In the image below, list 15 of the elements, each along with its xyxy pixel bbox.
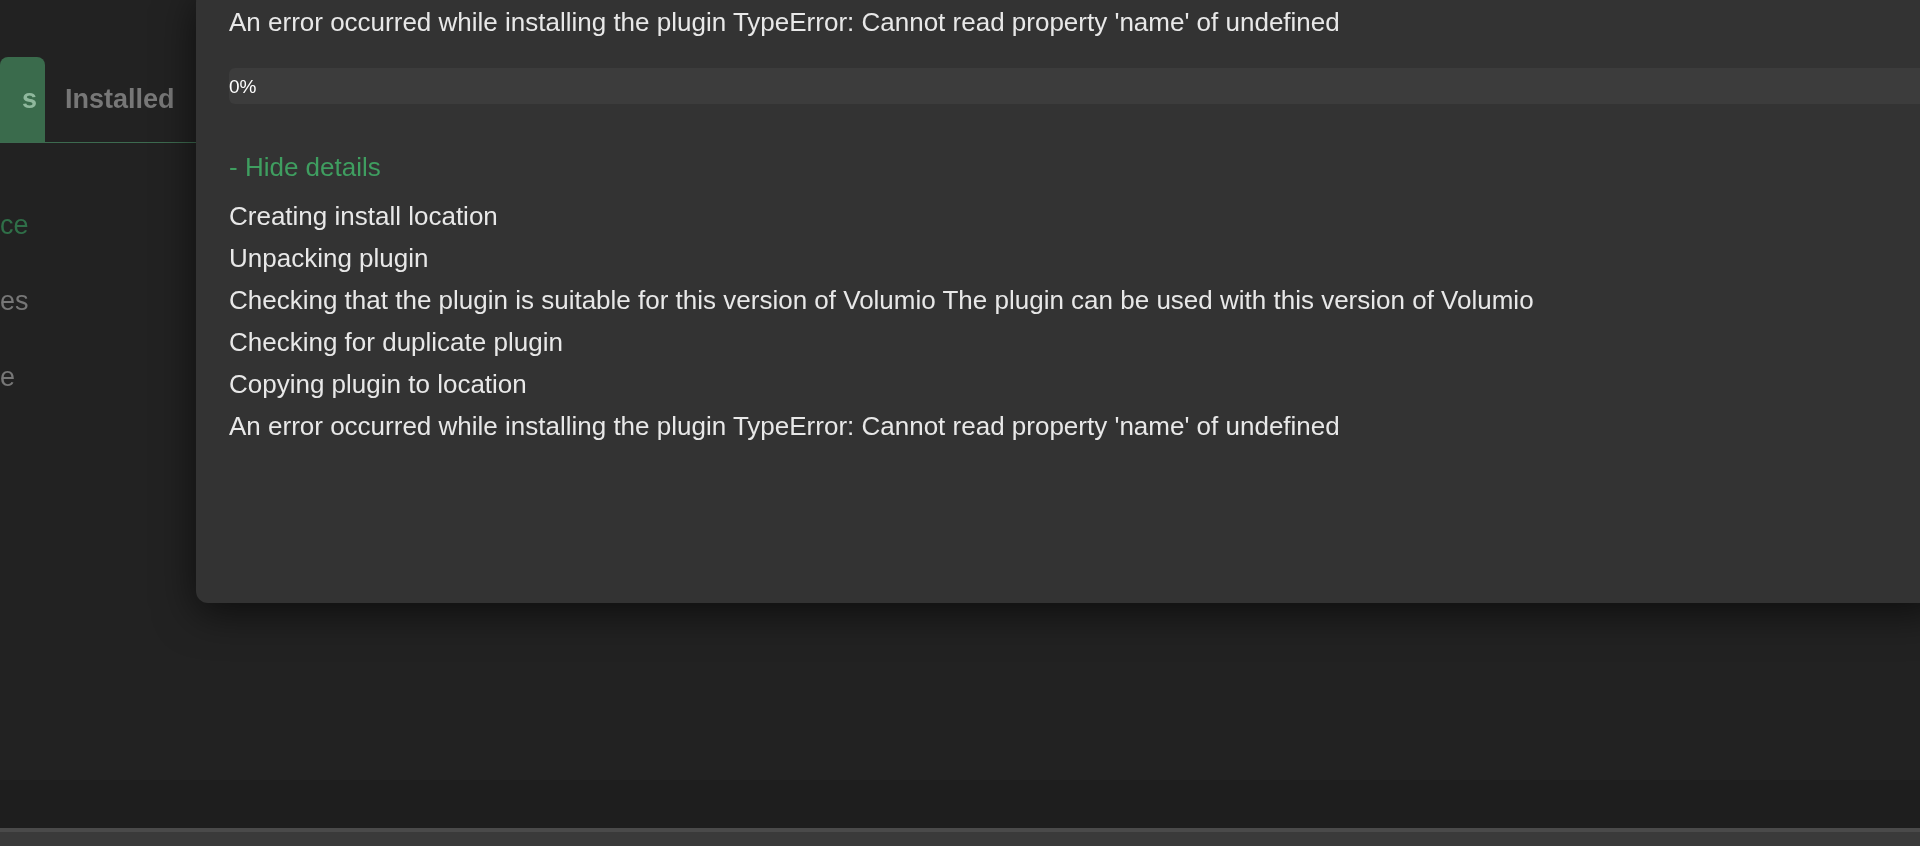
sidebar-item[interactable]: ce [0, 209, 29, 241]
tab[interactable]: Installed [45, 57, 195, 142]
log-line: Checking for duplicate plugin [229, 326, 564, 359]
sidebar-item[interactable]: e [0, 361, 16, 393]
progress-label: 0% [229, 75, 257, 99]
log-line: Copying plugin to location [229, 368, 528, 401]
log-line: Checking that the plugin is suitable for this version of Volumio The plugin can be used with this version of Volumio [229, 284, 1535, 317]
tab[interactable]: s [0, 57, 45, 142]
status-message: An error occurred while installing the plugin TypeError: Cannot read property 'name' of undefined [229, 8, 1341, 36]
log-line: Creating install location [229, 200, 499, 233]
sidebar-item[interactable]: es [0, 285, 29, 317]
horizontal-scrollbar[interactable] [0, 828, 1920, 846]
log-line: An error occurred while installing the plugin TypeError: Cannot read property 'name' of undefined [229, 410, 1341, 443]
hide-details-link[interactable]: - Hide details [229, 153, 381, 181]
log-line: Unpacking plugin [229, 242, 430, 275]
